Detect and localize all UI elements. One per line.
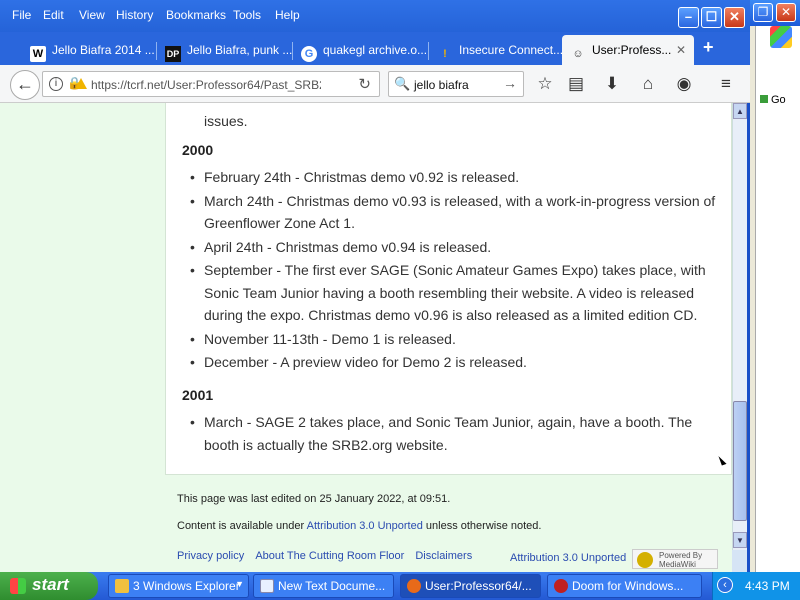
previous-item-text: issues. bbox=[204, 113, 248, 129]
list-item: December - A preview video for Demo 2 is… bbox=[186, 351, 716, 374]
windows-logo-icon bbox=[770, 26, 792, 48]
firefox-icon bbox=[407, 579, 421, 593]
list-item: March - SAGE 2 takes place, and Sonic Te… bbox=[186, 411, 716, 456]
list-item: November 11-13th - Demo 1 is released. bbox=[186, 328, 716, 351]
tab-close-icon[interactable]: ✕ bbox=[676, 43, 686, 57]
background-window: ❐ ✕ Go bbox=[745, 0, 800, 572]
pocket-icon[interactable]: ◉ bbox=[673, 73, 695, 95]
list-item: March 24th - Christmas demo v0.93 is rel… bbox=[186, 190, 716, 235]
license-link[interactable]: Attribution 3.0 Unported bbox=[307, 520, 423, 532]
list-item: February 24th - Christmas demo v0.92 is … bbox=[186, 166, 716, 189]
google-icon: G bbox=[301, 46, 317, 62]
notepad-icon bbox=[260, 579, 274, 593]
section-year-2000: 2000 bbox=[182, 142, 214, 158]
mediawiki-badge[interactable]: Powered By MediaWiki bbox=[632, 549, 718, 569]
back-button[interactable]: ← bbox=[10, 70, 40, 100]
vertical-scrollbar[interactable]: ▲ ▼ bbox=[732, 103, 747, 550]
page-viewport: issues. 2000 February 24th - Christmas d… bbox=[0, 103, 732, 572]
background-window-body: Go bbox=[755, 26, 800, 572]
menu-edit[interactable]: Edit bbox=[43, 8, 64, 22]
clock: 4:43 PM bbox=[745, 579, 790, 593]
search-go-icon[interactable]: → bbox=[503, 75, 517, 91]
section-year-2001: 2001 bbox=[182, 387, 214, 403]
windows-flag-icon bbox=[10, 578, 26, 594]
about-link[interactable]: About The Cutting Room Floor bbox=[255, 550, 404, 562]
url-text[interactable]: https://tcrf.net/User:Professor64/Past_S… bbox=[91, 78, 321, 92]
taskbar-item-firefox[interactable]: User:Professor64/... bbox=[400, 574, 541, 598]
downloads-icon[interactable]: ⬇ bbox=[601, 73, 623, 95]
navigation-toolbar: ← i 🔒 https://tcrf.net/User:Professor64/… bbox=[0, 65, 750, 103]
tab-jello-biafra-2014[interactable]: W Jello Biafra 2014 ... bbox=[22, 35, 157, 65]
footer-links: Privacy policy About The Cutting Room Fl… bbox=[177, 550, 472, 562]
privacy-policy-link[interactable]: Privacy policy bbox=[177, 550, 244, 562]
dp-site-icon: DP bbox=[165, 46, 181, 62]
tab-bar: W Jello Biafra 2014 ... DP Jello Biafra, p… bbox=[0, 32, 750, 65]
scroll-up-arrow-icon[interactable]: ▲ bbox=[733, 103, 747, 119]
warning-icon: ! bbox=[443, 48, 447, 60]
scrollbar-thumb[interactable] bbox=[733, 401, 747, 521]
insecure-warning-icon bbox=[75, 78, 87, 89]
close-window-button[interactable]: ✕ bbox=[724, 7, 745, 28]
search-bar[interactable]: 🔍 jello biafra → bbox=[388, 71, 524, 97]
scroll-down-arrow-icon[interactable]: ▼ bbox=[733, 532, 747, 548]
license-badge: Attribution 3.0 Unported bbox=[510, 552, 626, 564]
doom-icon bbox=[554, 579, 568, 593]
taskbar: start 3 Windows Explorer ▼ New Text Docum… bbox=[0, 572, 800, 600]
tab-insecure-connection[interactable]: ! Insecure Connect... bbox=[429, 35, 564, 65]
folder-icon bbox=[115, 579, 129, 593]
tab-quakegl-archive[interactable]: Gquakegl archive.o... bbox=[293, 35, 428, 65]
wikipedia-icon: W bbox=[30, 46, 46, 62]
info-icon[interactable]: i bbox=[49, 77, 63, 91]
start-button[interactable]: start bbox=[0, 572, 98, 600]
maximize-button[interactable]: ☐ bbox=[701, 7, 722, 28]
smiley-icon: ☺ bbox=[572, 48, 584, 60]
search-input[interactable]: jello biafra bbox=[414, 78, 469, 92]
menu-file[interactable]: File bbox=[12, 8, 31, 22]
taskbar-item-new-text-document[interactable]: New Text Docume... bbox=[253, 574, 394, 598]
menu-tools[interactable]: Tools bbox=[233, 8, 261, 22]
new-tab-button[interactable]: + bbox=[703, 37, 714, 58]
url-bar[interactable]: i 🔒 https://tcrf.net/User:Professor64/Pa… bbox=[42, 71, 380, 97]
firefox-window: File Edit View History Bookmarks Tools H… bbox=[0, 0, 750, 572]
taskbar-item-doom[interactable]: Doom for Windows... bbox=[547, 574, 702, 598]
reading-list-icon[interactable]: ▤ bbox=[565, 73, 587, 95]
menu-bar: File Edit View History Bookmarks Tools H… bbox=[0, 0, 750, 32]
list-item: April 24th - Christmas demo v0.94 is rel… bbox=[186, 236, 716, 259]
article-content: issues. 2000 February 24th - Christmas d… bbox=[165, 103, 732, 475]
list-item: September - The first ever SAGE (Sonic A… bbox=[186, 259, 716, 327]
home-icon[interactable]: ⌂ bbox=[637, 73, 659, 95]
tab-user-professor[interactable]: ☺ User:Profess... ✕ bbox=[562, 35, 694, 65]
go-icon bbox=[760, 95, 768, 103]
mediawiki-flower-icon bbox=[637, 552, 653, 568]
last-edited-text: This page was last edited on 25 January … bbox=[177, 493, 451, 505]
list-2000: February 24th - Christmas demo v0.92 is … bbox=[186, 166, 716, 375]
menu-view[interactable]: View bbox=[79, 8, 105, 22]
go-button[interactable]: Go bbox=[760, 94, 786, 106]
license-text: Content is available under Attribution 3… bbox=[177, 520, 542, 532]
menu-help[interactable]: Help bbox=[275, 8, 300, 22]
tab-jello-biafra-punk[interactable]: DP Jello Biafra, punk ... bbox=[157, 35, 292, 65]
hamburger-menu-icon[interactable]: ≡ bbox=[715, 73, 737, 95]
bookmark-star-icon[interactable]: ☆ bbox=[534, 73, 556, 95]
tray-expand-icon[interactable]: ‹ bbox=[717, 577, 733, 593]
search-icon: 🔍 bbox=[394, 76, 411, 91]
background-close-button[interactable]: ✕ bbox=[776, 3, 796, 22]
system-tray: ‹ 4:43 PM bbox=[712, 572, 800, 600]
background-restore-button[interactable]: ❐ bbox=[753, 3, 773, 22]
reload-icon[interactable]: ↻ bbox=[358, 75, 371, 93]
disclaimers-link[interactable]: Disclaimers bbox=[415, 550, 472, 562]
license-badge-link[interactable]: Attribution 3.0 Unported bbox=[510, 552, 626, 564]
minimize-button[interactable]: – bbox=[678, 7, 699, 28]
list-2001: March - SAGE 2 takes place, and Sonic Te… bbox=[186, 411, 716, 457]
menu-bookmarks[interactable]: Bookmarks bbox=[166, 8, 226, 22]
menu-history[interactable]: History bbox=[116, 8, 153, 22]
taskbar-item-windows-explorer[interactable]: 3 Windows Explorer ▼ bbox=[108, 574, 249, 598]
